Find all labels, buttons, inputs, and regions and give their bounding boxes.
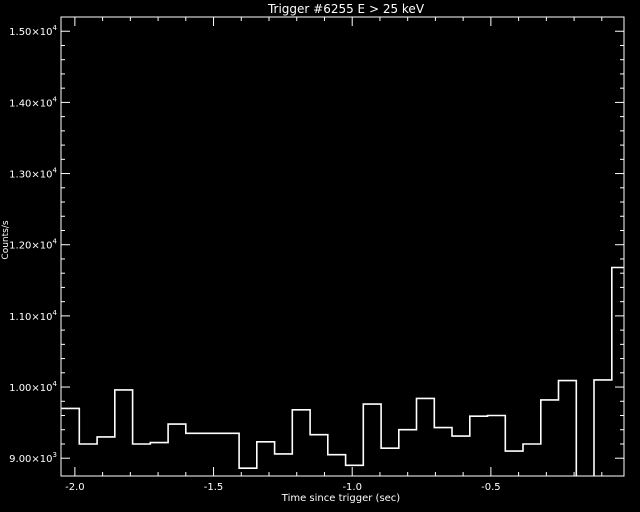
y-tick-label: 1.00×104 <box>9 380 57 394</box>
y-tick-label: 1.10×104 <box>9 309 57 323</box>
y-tick-label: 1.50×104 <box>9 24 57 38</box>
y-tick-label: 1.20×104 <box>9 238 57 252</box>
y-tick-label: 1.40×104 <box>9 95 57 109</box>
x-axis-label: Time since trigger (sec) <box>281 493 401 504</box>
plot-frame <box>60 16 625 477</box>
light-curve-chart: Trigger #6255 E > 25 keV -2.0 -1.5 -1.0 -0.… <box>1 2 625 504</box>
y-tick-label: 1.30×104 <box>9 167 57 181</box>
y-tick-label: 9.00×103 <box>9 451 57 465</box>
histogram-series <box>61 266 624 476</box>
x-tick-label: -1.0 <box>342 482 362 493</box>
y-axis: 9.00×103 1.00×104 1.10×104 1.20×104 1.30×104… <box>9 16 624 465</box>
y-axis-label: Counts/s <box>1 220 11 259</box>
plot-area <box>60 16 625 477</box>
x-tick-label: -1.5 <box>204 482 224 493</box>
x-tick-label: -2.0 <box>65 482 85 493</box>
x-tick-label: -0.5 <box>481 482 501 493</box>
chart-title: Trigger #6255 E > 25 keV <box>267 2 425 16</box>
x-axis: -2.0 -1.5 -1.0 -0.5 <box>65 17 603 493</box>
